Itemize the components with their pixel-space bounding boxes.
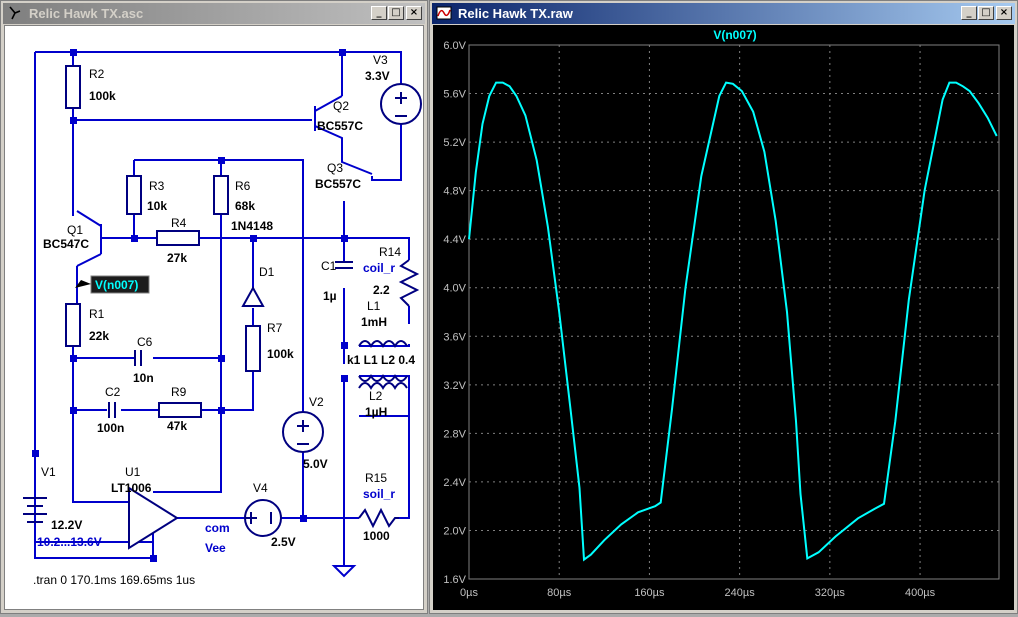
q1-value: BC547C bbox=[43, 237, 89, 251]
d1-name: D1 bbox=[259, 265, 275, 279]
c6-name: C6 bbox=[137, 335, 153, 349]
x-tick-label: 80µs bbox=[547, 587, 572, 599]
r9-value: 47k bbox=[167, 419, 187, 433]
schematic-title-bar[interactable]: Relic Hawk TX.asc _ □ × bbox=[3, 3, 425, 24]
r6-name: R6 bbox=[235, 179, 251, 193]
l2-value: 1µH bbox=[365, 405, 387, 419]
schematic-diagram: R2 100k Q2 BC557C V3 3.3V Q3 BC557C R3 1… bbox=[23, 49, 422, 587]
q3-value: BC557C bbox=[315, 177, 361, 191]
l2-name: L2 bbox=[369, 389, 383, 403]
c1-value: 1µ bbox=[323, 289, 337, 303]
y-tick-label: 4.4V bbox=[443, 234, 466, 246]
y-tick-label: 1.6V bbox=[443, 574, 466, 586]
y-tick-label: 2.0V bbox=[443, 525, 466, 537]
c2-name: C2 bbox=[105, 385, 121, 399]
x-tick-label: 400µs bbox=[905, 587, 936, 599]
v4-value: 2.5V bbox=[271, 535, 296, 549]
schematic-window[interactable]: Relic Hawk TX.asc _ □ × R2 100k Q2 BC557… bbox=[0, 0, 428, 614]
waveform-chart[interactable]: V(n007) 1.6V 2.0V 2.4V 2.8V 3.2V 3.6V 4.0V 4.4V… bbox=[433, 25, 1016, 612]
trace-label-v-n007[interactable]: V(n007) bbox=[713, 28, 756, 42]
r3-value: 10k bbox=[147, 199, 167, 213]
u1-name: U1 bbox=[125, 465, 141, 479]
y-tick-label: 4.8V bbox=[443, 186, 466, 198]
waveform-app-icon bbox=[436, 6, 452, 20]
waveform-window-title: Relic Hawk TX.raw bbox=[458, 6, 573, 21]
r7-name: R7 bbox=[267, 321, 283, 335]
trace-v-n007 bbox=[468, 81, 998, 562]
v1-step: 10.2...13.6V bbox=[37, 535, 102, 549]
spice-directive: .tran 0 170.1ms 169.65ms 1us bbox=[33, 573, 195, 587]
waveform-close-button[interactable]: × bbox=[996, 6, 1012, 20]
probe-label: V(n007) bbox=[95, 278, 138, 292]
schematic-app-icon bbox=[9, 6, 21, 20]
q2-name: Q2 bbox=[333, 99, 349, 113]
y-tick-label: 2.4V bbox=[443, 477, 466, 489]
c6-value: 10n bbox=[133, 371, 154, 385]
l1-value: 1mH bbox=[361, 315, 387, 329]
schematic-canvas[interactable]: R2 100k Q2 BC557C V3 3.3V Q3 BC557C R3 1… bbox=[4, 25, 424, 610]
k1-label: k1 L1 L2 0.4 bbox=[347, 353, 415, 367]
r15-value2: 1000 bbox=[363, 529, 390, 543]
waveform-title-bar[interactable]: Relic Hawk TX.raw _ □ × bbox=[432, 3, 1015, 24]
r2-name: R2 bbox=[89, 67, 105, 81]
v4-name: V4 bbox=[253, 481, 268, 495]
r7-value: 100k bbox=[267, 347, 294, 361]
q1-name: Q1 bbox=[67, 223, 83, 237]
r6-value: 68k bbox=[235, 199, 255, 213]
y-tick-label: 5.6V bbox=[443, 89, 466, 101]
r4-name: R4 bbox=[171, 216, 187, 230]
r3-name: R3 bbox=[149, 179, 165, 193]
d1-value: 1N4148 bbox=[231, 219, 273, 233]
r14-value2: 2.2 bbox=[373, 283, 390, 297]
net-label-com: com bbox=[205, 521, 230, 535]
waveform-window[interactable]: Relic Hawk TX.raw _ □ × V(n007) 1.6V 2.0V… bbox=[429, 0, 1018, 614]
x-tick-label: 240µs bbox=[725, 587, 756, 599]
waveform-minimize-button[interactable]: _ bbox=[961, 6, 977, 20]
schematic-minimize-button[interactable]: _ bbox=[371, 6, 387, 20]
c2-value: 100n bbox=[97, 421, 124, 435]
u1-value: LT1006 bbox=[111, 481, 152, 495]
c1-name: C1 bbox=[321, 259, 337, 273]
y-tick-label: 2.8V bbox=[443, 428, 466, 440]
q2-value: BC557C bbox=[317, 119, 363, 133]
v3-name: V3 bbox=[373, 53, 388, 67]
l1-name: L1 bbox=[367, 299, 381, 313]
r15-value: soil_r bbox=[363, 487, 395, 501]
plot-frame bbox=[468, 44, 1000, 580]
waveform-plot-area[interactable]: V(n007) 1.6V 2.0V 2.4V 2.8V 3.2V 3.6V 4.0V 4.4V… bbox=[433, 25, 1014, 610]
v2-value: 5.0V bbox=[303, 457, 328, 471]
schematic-window-title: Relic Hawk TX.asc bbox=[29, 6, 144, 21]
x-tick-label: 160µs bbox=[634, 587, 665, 599]
r2-value: 100k bbox=[89, 89, 116, 103]
r1-value: 22k bbox=[89, 329, 109, 343]
schematic-close-button[interactable]: × bbox=[406, 6, 422, 20]
r14-value: coil_r bbox=[363, 261, 395, 275]
v1-name: V1 bbox=[41, 465, 56, 479]
schematic-maximize-button[interactable]: □ bbox=[388, 6, 404, 20]
r9-name: R9 bbox=[171, 385, 187, 399]
net-label-vee: Vee bbox=[205, 541, 226, 555]
y-tick-label: 4.0V bbox=[443, 283, 466, 295]
q3-name: Q3 bbox=[327, 161, 343, 175]
v3-value: 3.3V bbox=[365, 69, 390, 83]
r14-name: R14 bbox=[379, 245, 401, 259]
x-tick-label: 0µs bbox=[460, 587, 478, 599]
v2-name: V2 bbox=[309, 395, 324, 409]
r15-name: R15 bbox=[365, 471, 387, 485]
y-tick-label: 6.0V bbox=[443, 40, 466, 52]
v1-value: 12.2V bbox=[51, 518, 82, 532]
r1-name: R1 bbox=[89, 307, 105, 321]
waveform-maximize-button[interactable]: □ bbox=[978, 6, 994, 20]
x-tick-label: 320µs bbox=[815, 587, 846, 599]
y-tick-label: 5.2V bbox=[443, 137, 466, 149]
y-tick-label: 3.2V bbox=[443, 380, 466, 392]
r4-value: 27k bbox=[167, 251, 187, 265]
probe-tooltip: V(n007) bbox=[75, 275, 150, 294]
y-tick-label: 3.6V bbox=[443, 331, 466, 343]
